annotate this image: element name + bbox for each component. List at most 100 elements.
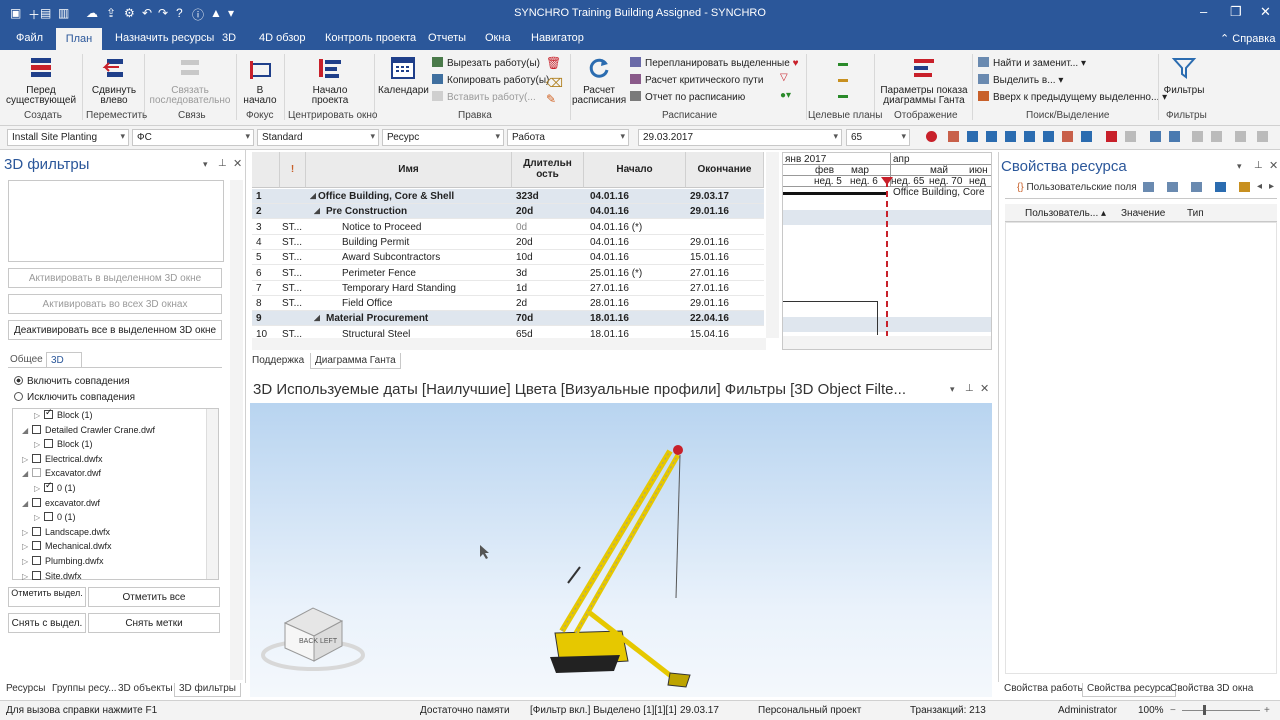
view3d-pin-icon[interactable]: ⊥ xyxy=(965,383,974,394)
shift-left-button[interactable]: Сдвинуть влево xyxy=(86,56,142,106)
tool-icon-3[interactable] xyxy=(1235,131,1246,142)
capture-icon[interactable] xyxy=(1169,131,1180,142)
tab-3d-window-properties[interactable]: Свойства 3D окна xyxy=(1166,683,1257,697)
props-tab-icon-3[interactable] xyxy=(1191,182,1202,192)
delete-icon[interactable]: 🗑 xyxy=(546,56,561,70)
schedule-report-button[interactable]: Отчет по расписанию xyxy=(630,91,745,103)
props-tab-icon-4[interactable] xyxy=(1215,182,1226,192)
clear-marks-button[interactable]: Снять метки xyxy=(88,613,220,633)
table-row[interactable]: 6 ST... Perimeter Fence 3d 25.01.16 (*) 27.01… xyxy=(252,266,764,281)
menu-help[interactable]: ⌃ Справка xyxy=(1220,32,1275,50)
coins-icon[interactable] xyxy=(1239,182,1250,192)
table-row[interactable]: 8 ST... Field Office 2d 28.01.16 29.01.16 xyxy=(252,296,764,312)
play-icon[interactable] xyxy=(1024,131,1035,142)
tool-icon-1[interactable] xyxy=(1192,131,1203,142)
date-field[interactable]: 29.03.2017 xyxy=(638,129,842,146)
tree-item[interactable]: ▷ 0 (1) xyxy=(14,480,76,497)
include-radio[interactable]: Включить совпадения xyxy=(14,376,130,387)
first-icon[interactable] xyxy=(948,131,959,142)
tree-checkbox[interactable] xyxy=(32,570,41,580)
menu-project-control[interactable]: Контроль проекта xyxy=(325,32,416,50)
mark-selected-button[interactable]: Отметить выдел. xyxy=(8,587,86,607)
tree-item[interactable]: ◢ excavator.dwf xyxy=(14,497,100,512)
prev-key-icon[interactable] xyxy=(967,131,978,142)
resource-combo[interactable]: Ресурс xyxy=(382,129,504,146)
tree-item[interactable]: ▷ Mechanical.dwfx xyxy=(14,541,112,555)
toggle-icon[interactable] xyxy=(1125,131,1136,142)
collapsed-arrow-icon[interactable]: ▷ xyxy=(34,440,44,449)
tool-icon-4[interactable] xyxy=(1257,131,1268,142)
table-row[interactable]: ◢ 9 Material Procurement 70d 18.01.16 22.04.1… xyxy=(252,311,764,327)
paste-work-button[interactable]: Вставить работу(... xyxy=(432,91,536,103)
tree-item[interactable]: ▷ Plumbing.dwfx xyxy=(14,556,104,570)
expanded-arrow-icon[interactable]: ◢ xyxy=(22,426,32,435)
view3d-close-icon[interactable]: ✕ xyxy=(980,382,989,395)
col-status[interactable]: ! xyxy=(280,152,306,188)
tree-checkbox[interactable] xyxy=(32,497,41,507)
props-pin-icon[interactable]: ⊥ xyxy=(1254,160,1263,171)
table-row[interactable]: 3 ST... Notice to Proceed 0d 04.01.16 (*) xyxy=(252,220,764,235)
tab-3d[interactable]: 3D xyxy=(46,352,82,368)
brush-icon[interactable]: ✎ xyxy=(546,92,556,106)
table-row[interactable]: ◢ 2 Pre Construction 20d 04.01.16 29.01.16 xyxy=(252,204,764,220)
minimize-icon[interactable]: – xyxy=(1200,4,1207,19)
deactivate-all-button[interactable]: Деактивировать все в выделенном 3D окне xyxy=(8,320,222,340)
tab-support[interactable]: Поддержка xyxy=(252,355,304,366)
tree-item[interactable]: ◢ Excavator.dwf xyxy=(14,468,101,482)
expanded-arrow-icon[interactable]: ◢ xyxy=(22,469,32,478)
tree-checkbox[interactable] xyxy=(32,556,41,565)
zoom-out-icon[interactable]: − xyxy=(1170,705,1176,716)
project-start-button[interactable]: Начало проекта xyxy=(300,56,360,106)
col-start[interactable]: Начало xyxy=(584,152,686,188)
tree-checkbox[interactable] xyxy=(32,468,41,478)
back-icon[interactable] xyxy=(986,131,997,142)
tab-task-properties[interactable]: Свойства работы xyxy=(1000,683,1089,697)
next-key-icon[interactable] xyxy=(1043,131,1054,142)
menu-assign-resources[interactable]: Назначить ресурсы xyxy=(115,32,214,50)
tab-resource-groups[interactable]: Группы ресу... xyxy=(48,683,121,697)
camera-icon[interactable] xyxy=(1150,131,1161,142)
table-row[interactable]: 4 ST... Building Permit 20d 04.01.16 29.01.16 xyxy=(252,235,764,250)
props-tab-icon-2[interactable] xyxy=(1167,182,1178,192)
cut-work-button[interactable]: Вырезать работу(ы) xyxy=(432,57,540,69)
viewport-3d[interactable]: BACK LEFT xyxy=(250,403,992,697)
col-value[interactable]: Значение xyxy=(1121,208,1165,219)
col-name[interactable]: Имя xyxy=(306,152,512,188)
collapsed-arrow-icon[interactable]: ▷ xyxy=(22,572,32,581)
expanded-arrow-icon[interactable]: ◢ xyxy=(22,499,32,508)
add-green-icon[interactable]: ●▾ xyxy=(780,90,791,101)
collapsed-arrow-icon[interactable]: ▷ xyxy=(34,484,44,493)
critical-path-button[interactable]: Расчет критического пути xyxy=(630,74,763,86)
props-grid[interactable] xyxy=(1005,222,1277,674)
tree-scrollbar[interactable] xyxy=(206,409,218,579)
tree-item[interactable]: ▷ Electrical.dwfx xyxy=(14,453,103,468)
loop-icon[interactable] xyxy=(1081,131,1092,142)
tab-resources[interactable]: Ресурсы xyxy=(2,683,49,697)
activate-selected-button[interactable]: Активировать в выделенном 3D окне xyxy=(8,268,222,288)
find-replace-button[interactable]: Найти и заменит... ▾ xyxy=(978,57,1086,69)
collapsed-arrow-icon[interactable]: ▷ xyxy=(22,455,32,464)
before-existing-button[interactable]: Перед существующей xyxy=(4,56,78,106)
eraser-icon[interactable]: ⌫ xyxy=(546,76,563,90)
calendars-button[interactable]: Календари xyxy=(378,56,429,96)
tree-item[interactable]: ▷ Landscape.dwfx xyxy=(14,526,110,541)
collapse-arrow-icon[interactable]: ◢ xyxy=(314,313,320,322)
mark-all-button[interactable]: Отметить все xyxy=(88,587,220,607)
tab-scroll-left-icon[interactable]: ◂ xyxy=(1257,181,1262,192)
tree-checkbox[interactable] xyxy=(44,480,53,492)
gantt-hscroll[interactable] xyxy=(252,338,766,350)
tree-checkbox[interactable] xyxy=(44,512,53,522)
zoom-field[interactable]: 65 xyxy=(846,129,910,146)
collapsed-arrow-icon[interactable]: ▷ xyxy=(34,411,44,420)
baseline-icon-1[interactable]: ▬ xyxy=(838,58,848,69)
zoom-in-icon[interactable]: + xyxy=(1264,705,1270,716)
props-close-icon[interactable]: ✕ xyxy=(1269,159,1278,172)
last-icon[interactable] xyxy=(1062,131,1073,142)
zoom-slider-thumb[interactable] xyxy=(1203,705,1206,715)
filters-button[interactable]: Фильтры xyxy=(1160,56,1208,96)
tab-scroll-right-icon[interactable]: ▸ xyxy=(1269,181,1274,192)
panel-menu-icon[interactable]: ▾ xyxy=(203,159,208,170)
table-row[interactable]: 7 ST... Temporary Hard Standing 1d 27.01.16 2… xyxy=(252,281,764,296)
menu-windows[interactable]: Окна xyxy=(485,32,511,50)
menu-3d[interactable]: 3D xyxy=(222,32,236,50)
